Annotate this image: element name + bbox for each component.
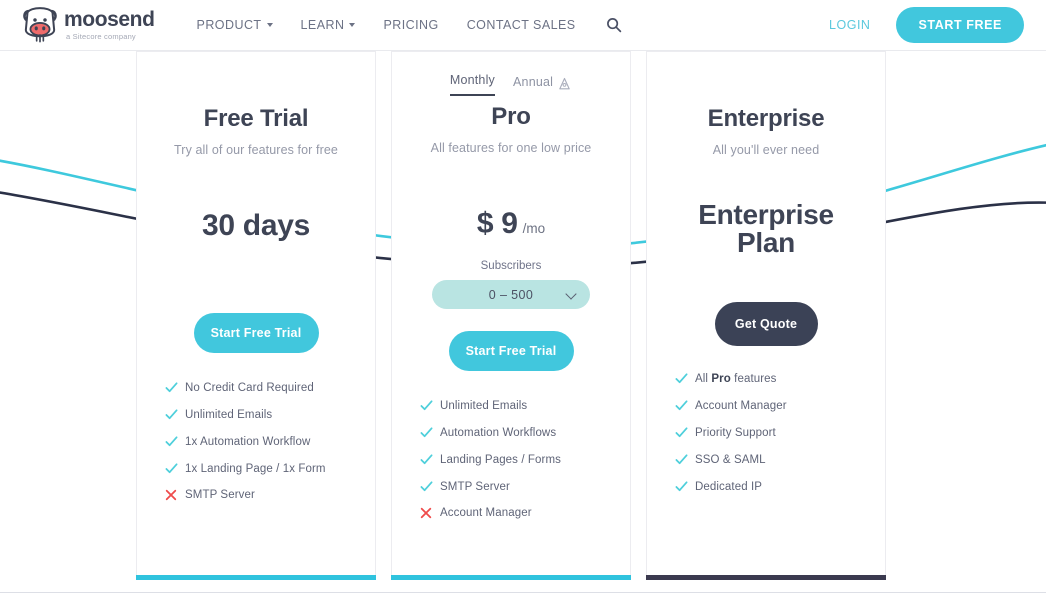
check-icon (420, 399, 440, 412)
feature-item: All Pro features (675, 372, 885, 385)
plan-cta-button[interactable]: Get Quote (714, 302, 818, 346)
cow-logo-icon (23, 7, 57, 43)
chevron-down-icon (266, 23, 273, 27)
nav-label-pricing: PRICING (383, 18, 439, 32)
plan-price: 30 days (202, 209, 310, 243)
feature-label: Priority Support (695, 426, 776, 439)
feature-label: Unlimited Emails (440, 399, 528, 412)
nav-item-learn[interactable]: LEARN (301, 18, 356, 32)
page-root: moosend a Sitecore company PRODUCT LEARN… (0, 0, 1046, 597)
search-icon (606, 18, 621, 33)
billing-period-toggle: Monthly Annual (449, 70, 572, 96)
check-icon (165, 462, 185, 475)
feature-item: Unlimited Emails (165, 408, 375, 421)
plan-price: Enterprise Plan (698, 201, 834, 257)
logo[interactable]: moosend a Sitecore company (20, 0, 155, 51)
chevron-down-icon (565, 288, 577, 300)
feature-label: Automation Workflows (440, 426, 557, 439)
check-icon (165, 435, 185, 448)
check-icon (675, 426, 695, 439)
feature-label: SSO & SAML (695, 453, 766, 466)
feature-item: Dedicated IP (675, 480, 885, 493)
check-icon (420, 480, 440, 493)
plan-price-value: 30 days (202, 209, 310, 242)
feature-item: Priority Support (675, 426, 885, 439)
plan-price-line1: Enterprise (698, 199, 834, 230)
feature-item: 1x Landing Page / 1x Form (165, 462, 375, 475)
feature-item: Account Manager (675, 399, 885, 412)
feature-item: SMTP Server (165, 489, 375, 501)
check-icon (675, 399, 695, 412)
feature-label: Landing Pages / Forms (440, 453, 561, 466)
plan-cta-button[interactable]: Start Free Trial (193, 313, 319, 353)
plan-price: $ 9 /mo (477, 207, 545, 241)
subscribers-value: 0 – 500 (488, 287, 534, 302)
plan-card-pro: Monthly Annual Pro All features for one … (391, 51, 631, 580)
plan-title: Pro (491, 103, 531, 130)
feature-item: SSO & SAML (675, 453, 885, 466)
main-nav: PRODUCT LEARN PRICING CONTACT SALES (197, 17, 622, 33)
feature-item: Account Manager (420, 507, 630, 519)
pricing-section: Free Trial Try all of our features for f… (0, 51, 1046, 597)
feature-label: Unlimited Emails (185, 408, 273, 421)
nav-item-contact-sales[interactable]: CONTACT SALES (467, 18, 576, 32)
nav-item-product[interactable]: PRODUCT (197, 18, 273, 32)
feature-label: Account Manager (695, 399, 787, 412)
logo-tagline: a Sitecore company (66, 31, 136, 41)
start-free-button[interactable]: START FREE (896, 7, 1024, 43)
toggle-annual[interactable]: Annual (513, 75, 553, 96)
site-header: moosend a Sitecore company PRODUCT LEARN… (0, 0, 1046, 51)
feature-label: SMTP Server (440, 480, 510, 493)
plan-card-enterprise: Enterprise All you'll ever need Enterpri… (646, 51, 886, 580)
plan-subtitle: All features for one low price (430, 141, 592, 155)
plan-title: Enterprise (707, 105, 825, 132)
feature-label: All Pro features (695, 372, 777, 385)
search-button[interactable] (606, 17, 622, 33)
plan-cta-button[interactable]: Start Free Trial (448, 331, 574, 371)
feature-label: 1x Landing Page / 1x Form (185, 462, 326, 475)
check-icon (420, 453, 440, 466)
check-icon (165, 408, 185, 421)
check-icon (675, 372, 695, 385)
check-icon (675, 453, 695, 466)
plan-subtitle: All you'll ever need (712, 143, 820, 157)
feature-label: Account Manager (440, 507, 532, 519)
header-actions: LOGIN START FREE (829, 7, 1024, 43)
nav-label-product: PRODUCT (196, 18, 262, 32)
nav-item-pricing[interactable]: PRICING (383, 18, 438, 32)
feature-item: 1x Automation Workflow (165, 435, 375, 448)
feature-item: SMTP Server (420, 480, 630, 493)
chevron-down-icon (349, 23, 356, 27)
plan-price-period: /mo (522, 221, 546, 236)
plan-features-list: Unlimited Emails Automation Workflows La… (392, 399, 630, 519)
feature-item: Automation Workflows (420, 426, 630, 439)
plan-features-list: All Pro features Account Manager Priorit… (647, 372, 885, 493)
feature-label: Dedicated IP (695, 480, 763, 493)
cross-icon (165, 489, 185, 501)
nav-label-learn: LEARN (300, 18, 345, 32)
plan-subtitle: Try all of our features for free (174, 143, 338, 157)
subscribers-label: Subscribers (480, 260, 542, 272)
feature-item: No Credit Card Required (165, 381, 375, 394)
check-icon (420, 426, 440, 439)
toggle-monthly[interactable]: Monthly (449, 73, 496, 96)
check-icon (165, 381, 185, 394)
plan-features-list: No Credit Card Required Unlimited Emails… (137, 381, 375, 501)
nav-label-contact-sales: CONTACT SALES (466, 18, 576, 32)
login-link[interactable]: LOGIN (829, 18, 870, 32)
feature-label: 1x Automation Workflow (185, 435, 311, 448)
plan-price-value: $ 9 (476, 207, 518, 240)
feature-label: No Credit Card Required (185, 381, 314, 394)
check-icon (675, 480, 695, 493)
logo-wordmark: moosend (64, 7, 155, 31)
cross-icon (420, 507, 440, 519)
plan-card-free-trial: Free Trial Try all of our features for f… (136, 51, 376, 580)
plan-price-line2: Plan (737, 227, 795, 258)
subscribers-select[interactable]: 0 – 500 (432, 280, 590, 309)
feature-label: SMTP Server (185, 489, 255, 501)
piggy-bank-icon (559, 77, 570, 89)
feature-item: Landing Pages / Forms (420, 453, 630, 466)
feature-item: Unlimited Emails (420, 399, 630, 412)
plan-title: Free Trial (203, 105, 309, 132)
